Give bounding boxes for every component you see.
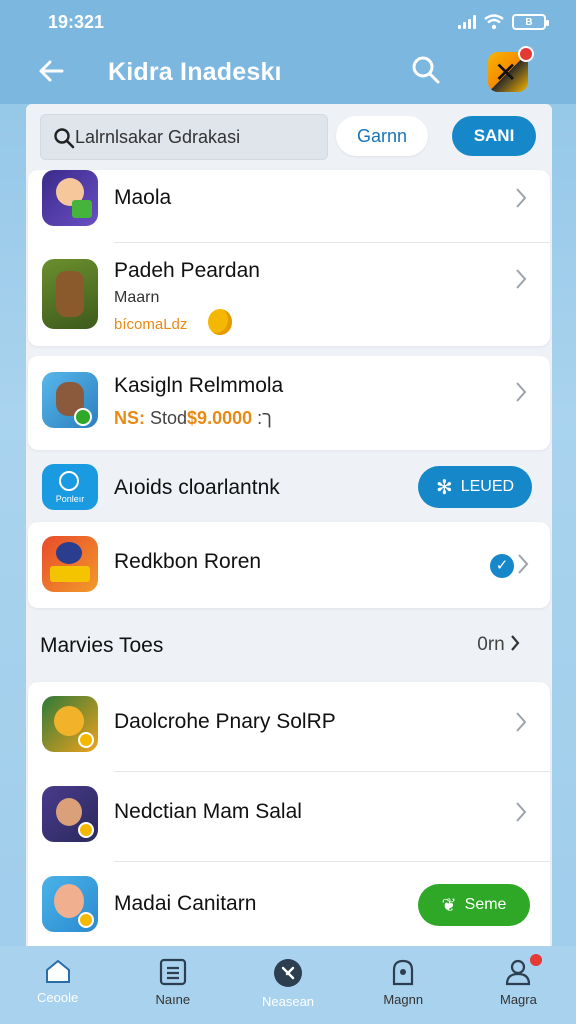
app-tag: bícomaLdz [114, 316, 188, 333]
chevron-right-icon[interactable] [514, 710, 528, 734]
leaf-icon: ❦ [441, 894, 457, 915]
list-item[interactable]: Maola [28, 170, 550, 242]
app-icon [42, 170, 98, 226]
list-item[interactable]: Madai Canitarn ❦ Seme [28, 862, 550, 946]
list-icon [159, 958, 186, 986]
list-item[interactable]: Padeh Peardan Maarn bícomaLdz [28, 243, 550, 346]
bottom-nav: Ceoole Naıne Neasean Magnn Magra [0, 946, 576, 1024]
search-icon [412, 56, 440, 84]
search-row: Lalrnlsakar Gdrakasi Garnn SANI [40, 114, 540, 162]
badge-icon [78, 732, 94, 748]
load-button[interactable]: ✻ LEUED [418, 466, 532, 508]
nav-label: Neasean [261, 994, 315, 1009]
chevron-right-icon[interactable] [514, 186, 528, 210]
search-value: Lalrnlsakar Gdrakasi [75, 126, 241, 147]
app-title: Nedctian Mam Salal [114, 800, 302, 823]
see-more-link[interactable]: 0rn [477, 634, 520, 656]
avatar[interactable]: ✕ [488, 46, 534, 92]
wifi-icon [484, 14, 504, 30]
section-header: Marvies Toes 0rn [40, 634, 540, 664]
nav-item-list[interactable]: Naıne [115, 946, 230, 1024]
home-icon [45, 959, 70, 983]
status-time: 19:321 [48, 11, 105, 32]
nav-label: Naıne [155, 992, 191, 1007]
notification-badge [530, 954, 543, 966]
nav-item-explore[interactable]: Neasean [230, 946, 345, 1024]
submit-button[interactable]: SANI [452, 116, 536, 156]
search-input[interactable]: Lalrnlsakar Gdrakasi [40, 114, 328, 160]
app-title: Maola [114, 186, 172, 209]
app-card-group-2: Daolcrohe Pnary SolRP Nedctian Mam Salal… [28, 682, 550, 946]
nav-label: Ceoole [37, 990, 79, 1005]
nav-label: Magnn [383, 992, 424, 1007]
chevron-right-icon[interactable] [516, 552, 530, 576]
section-title: Marvies Toes [40, 634, 164, 657]
battery-icon: B [512, 14, 549, 30]
back-button[interactable] [36, 56, 72, 92]
profile-icon [506, 959, 531, 986]
load-button-label: LEUED [460, 478, 515, 495]
main-panel: Lalrnlsakar Gdrakasi Garnn SANI Maola Pa… [26, 104, 552, 946]
list-item[interactable]: Ponleır Aıoids cloarlantnk ✻ LEUED [28, 460, 550, 512]
status-icons: B [458, 14, 549, 30]
nav-item-profile[interactable]: Magra [461, 946, 576, 1024]
app-price: NS: Stodך: $9.0000 [114, 408, 272, 429]
compass-icon [274, 959, 302, 987]
notification-badge [518, 46, 534, 62]
app-icon: Ponleır [42, 464, 98, 510]
chevron-right-icon [511, 635, 520, 651]
app-title: Madai Canitarn [114, 892, 257, 915]
badge-icon [74, 408, 92, 426]
app-icon [42, 536, 98, 592]
search-icon [54, 128, 75, 149]
compass-icon [59, 471, 79, 491]
app-icon-label: Ponleır [55, 494, 85, 504]
app-title: Kasigln Relmmola [114, 374, 284, 397]
coin-icon [208, 309, 232, 335]
bag-icon [393, 959, 414, 986]
app-header: Kidra Inadeskı ✕ [0, 44, 576, 104]
list-item[interactable]: Kasigln Relmmola NS: Stodך: $9.0000 [28, 356, 550, 450]
chevron-right-icon[interactable] [514, 800, 528, 824]
chevron-right-icon[interactable] [514, 380, 528, 404]
app-icon [42, 696, 98, 752]
search-button[interactable] [410, 54, 446, 94]
snowflake-icon: ✻ [435, 476, 453, 499]
filter-button[interactable]: Garnn [336, 116, 428, 156]
app-icon [42, 372, 98, 428]
app-title: Padeh Peardan [114, 259, 260, 282]
price-value: $9.0000 [187, 408, 253, 428]
list-item[interactable]: Nedctian Mam Salal [28, 772, 550, 860]
nav-label: Magra [499, 992, 537, 1007]
game-avatar-icon: ✕ [494, 57, 518, 88]
see-more-label: 0rn [477, 634, 505, 655]
app-title: Daolcrohe Pnary SolRP [114, 710, 336, 733]
app-title: Aıoids cloarlantnk [114, 476, 280, 499]
list-item[interactable]: Redkbon Roren ✓ [28, 522, 550, 608]
app-card-group-1: Maola Padeh Peardan Maarn bícomaLdz [28, 170, 550, 346]
check-icon: ✓ [490, 554, 514, 578]
list-item[interactable]: Daolcrohe Pnary SolRP [28, 682, 550, 770]
app-title: Redkbon Roren [114, 550, 262, 573]
nav-item-home[interactable]: Ceoole [0, 946, 115, 1024]
page-title: Kidra Inadeskı [108, 58, 282, 86]
badge-icon [78, 822, 94, 838]
battery-label: B [525, 16, 533, 28]
arrow-left-icon [39, 60, 64, 82]
signal-icon [458, 15, 476, 29]
badge-icon [78, 912, 94, 928]
app-icon [42, 786, 98, 842]
price-label: NS: [114, 408, 145, 428]
app-subtitle: Maarn [114, 289, 160, 306]
status-bar: 19:321 B [0, 0, 576, 44]
nav-item-store[interactable]: Magnn [346, 946, 461, 1024]
app-icon [42, 259, 98, 329]
save-button-label: Seme [464, 896, 507, 913]
save-button[interactable]: ❦ Seme [418, 884, 530, 926]
chevron-right-icon[interactable] [514, 267, 528, 291]
app-icon [42, 876, 98, 932]
